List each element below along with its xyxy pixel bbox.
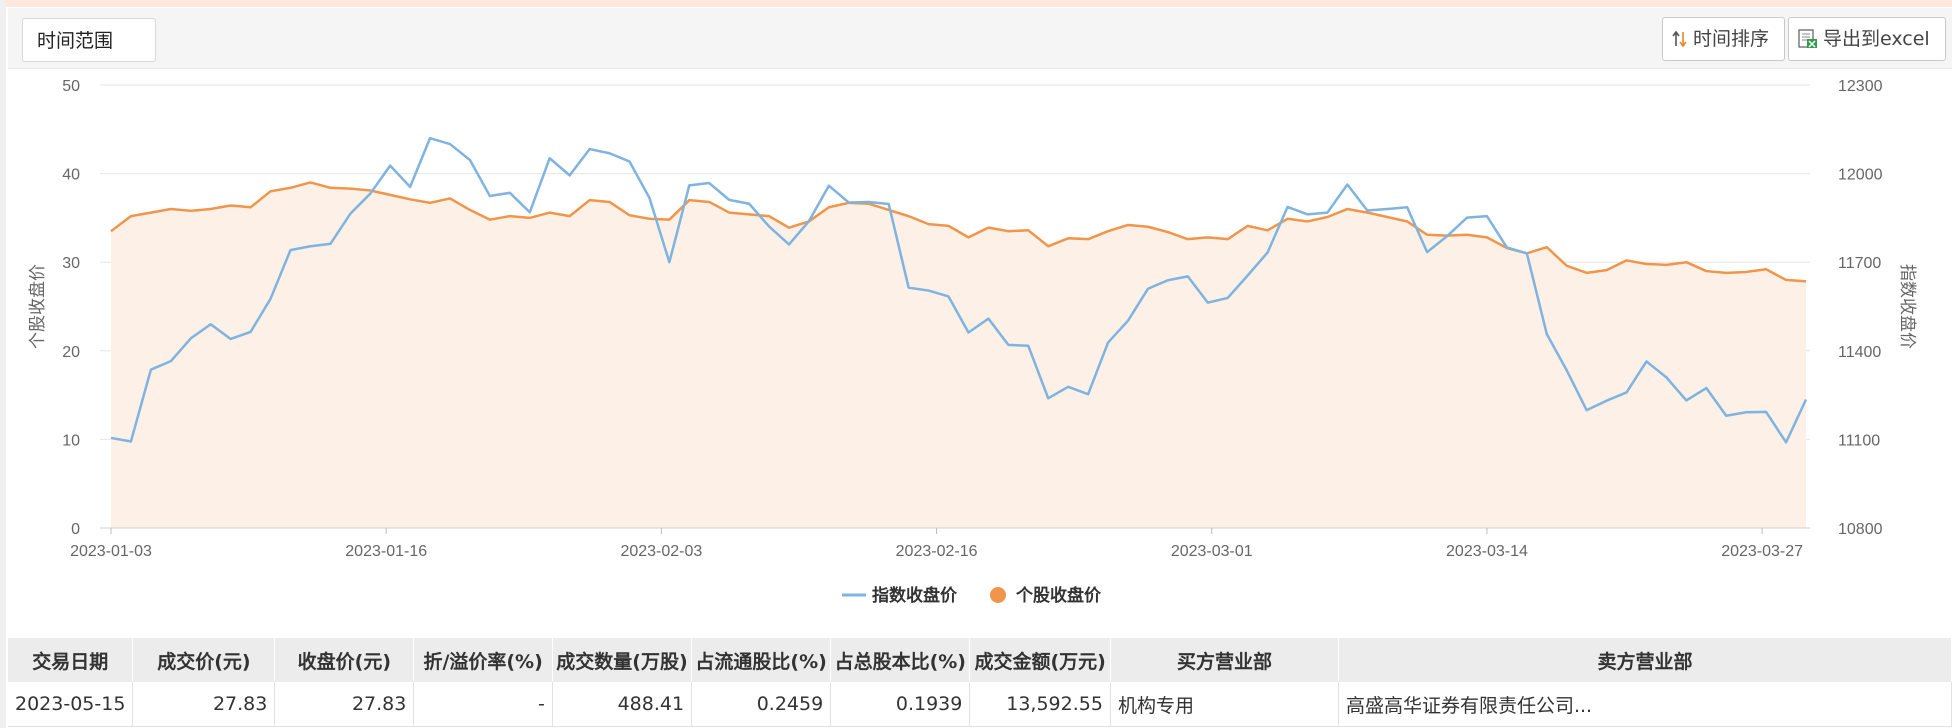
cell-deal-price: 27.83: [132, 682, 276, 727]
col-total-share-ratio[interactable]: 占总股本比(%): [830, 638, 971, 682]
export-excel-label: 导出到excel: [1823, 28, 1930, 50]
price-comparison-chart: 0 10 20 30 40 50 10800 11100 11400 11700 12000 1230…: [28, 78, 1917, 606]
time-sort-label: 时间排序: [1693, 28, 1770, 50]
col-seller-branch[interactable]: 卖方营业部: [1338, 638, 1952, 682]
legend-stock-swatch: [990, 587, 1006, 603]
y-right-tick-label: 11700: [1838, 255, 1881, 272]
x-tick-label: 2023-02-16: [896, 543, 978, 560]
cell-trade-date: 2023-05-15: [8, 682, 134, 727]
y-left-tick-label: 20: [62, 344, 80, 361]
cell-float-share-ratio: 0.2459: [691, 682, 832, 727]
cell-total-share-ratio: 0.1939: [830, 682, 971, 727]
block-trade-table: 交易日期 成交价(元) 收盘价(元) 折/溢价率(%) 成交数量(万股) 占流通…: [8, 638, 1952, 727]
x-tick-label: 2023-03-27: [1721, 543, 1803, 560]
y-left-tick-label: 10: [62, 432, 80, 449]
col-trade-date[interactable]: 交易日期: [8, 638, 134, 682]
col-close-price[interactable]: 收盘价(元): [274, 638, 415, 682]
table-header-row: 交易日期 成交价(元) 收盘价(元) 折/溢价率(%) 成交数量(万股) 占流通…: [8, 638, 1952, 682]
sort-arrows-icon: [1672, 30, 1687, 48]
y-right-tick-label: 12000: [1838, 167, 1883, 184]
x-tick-label: 2023-01-16: [345, 543, 427, 560]
export-excel-button[interactable]: 导出到excel: [1788, 17, 1946, 61]
cell-deal-amount: 13,592.55: [969, 682, 1111, 727]
time-range-button[interactable]: 时间范围: [22, 18, 156, 62]
y-left-tick-label: 30: [62, 255, 80, 272]
stock-price-area: [111, 182, 1806, 528]
col-float-share-ratio[interactable]: 占流通股比(%): [691, 638, 832, 682]
col-premium-rate[interactable]: 折/溢价率(%): [413, 638, 553, 682]
cell-premium-rate: -: [413, 682, 553, 727]
table-row: 2023-05-15 27.83 27.83 - 488.41 0.2459 0…: [8, 682, 1952, 727]
col-deal-price[interactable]: 成交价(元): [132, 638, 276, 682]
legend-index-label: 指数收盘价: [872, 585, 958, 606]
y-right-tick-label: 10800: [1838, 521, 1883, 538]
toolbar: 时间范围 时间排序 导出到excel: [8, 8, 1952, 69]
legend-stock-label: 个股收盘价: [1015, 585, 1102, 606]
y-left-tick-label: 0: [71, 521, 80, 538]
cell-seller-branch: 高盛高华证券有限责任公司...: [1338, 682, 1952, 727]
col-deal-volume[interactable]: 成交数量(万股): [552, 638, 693, 682]
cell-close-price: 27.83: [274, 682, 415, 727]
top-accent-strip: [0, 0, 1952, 7]
excel-export-icon: [1798, 29, 1817, 48]
x-tick-label: 2023-01-03: [70, 543, 152, 560]
col-buyer-branch[interactable]: 买方营业部: [1110, 638, 1339, 682]
y-left-tick-label: 40: [62, 167, 80, 184]
cell-buyer-branch: 机构专用: [1110, 682, 1339, 727]
col-deal-amount[interactable]: 成交金额(万元): [969, 638, 1111, 682]
x-tick-label: 2023-02-03: [620, 543, 702, 560]
seller-branch-text: 高盛高华证券有限责任公司...: [1345, 694, 1593, 717]
y-right-tick-label: 11400: [1838, 344, 1881, 361]
y-right-tick-label: 11100: [1838, 432, 1880, 449]
x-tick-label: 2023-03-14: [1446, 543, 1528, 560]
x-tick-label: 2023-03-01: [1171, 543, 1253, 560]
y-left-tick-label: 50: [62, 78, 80, 95]
cell-deal-volume: 488.41: [552, 682, 693, 727]
time-sort-button[interactable]: 时间排序: [1662, 17, 1785, 61]
y-left-axis-title: 个股收盘价: [28, 264, 48, 349]
y-right-tick-label: 12300: [1838, 78, 1883, 95]
y-right-axis-title: 指数收盘价: [1897, 264, 1917, 349]
